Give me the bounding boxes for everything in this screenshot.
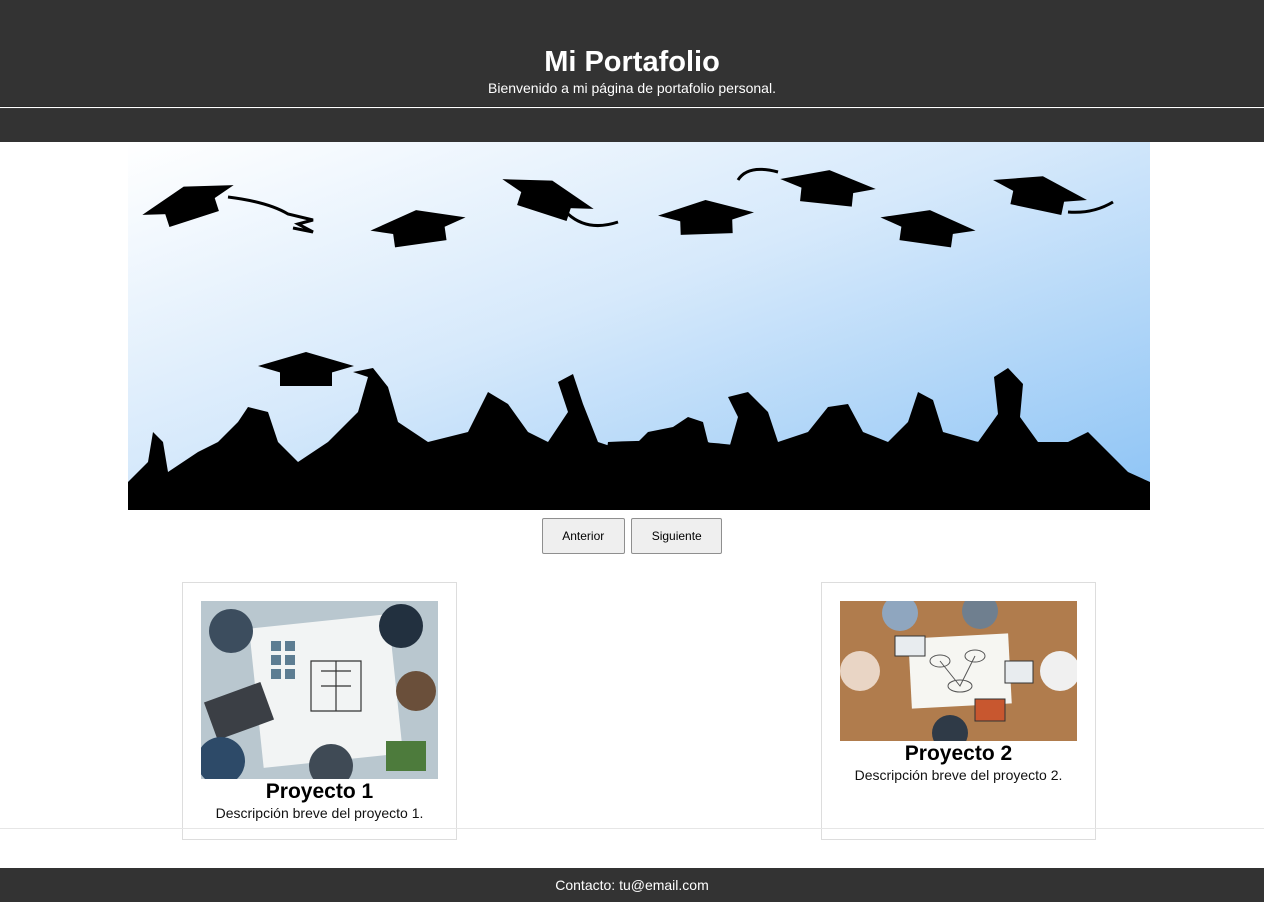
project-card-1[interactable]: Proyecto 1 Descripción breve del proyect… [182, 582, 457, 840]
navigation-bar [0, 108, 1264, 142]
contact-text[interactable]: Contacto: tu@email.com [555, 877, 709, 893]
project-card-2[interactable]: Proyecto 2 Descripción breve del proyect… [821, 582, 1096, 840]
slider-controls: Anterior Siguiente [0, 518, 1264, 554]
site-footer: Contacto: tu@email.com [0, 868, 1264, 902]
site-subtitle: Bienvenido a mi página de portafolio per… [488, 80, 776, 96]
project-description: Descripción breve del proyecto 1. [215, 805, 424, 821]
next-button[interactable]: Siguiente [631, 518, 723, 554]
project-title: Proyecto 1 [265, 780, 374, 803]
project-1-image [201, 601, 438, 779]
divider [0, 828, 1264, 829]
previous-button[interactable]: Anterior [541, 518, 625, 554]
project-2-image [840, 601, 1077, 741]
graduation-image [128, 142, 1150, 510]
site-header: Mi Portafolio Bienvenido a mi página de … [0, 0, 1264, 107]
hero-slider [128, 142, 1150, 510]
site-title: Mi Portafolio [544, 46, 720, 78]
project-title: Proyecto 2 [904, 742, 1013, 765]
project-description: Descripción breve del proyecto 2. [854, 767, 1063, 783]
